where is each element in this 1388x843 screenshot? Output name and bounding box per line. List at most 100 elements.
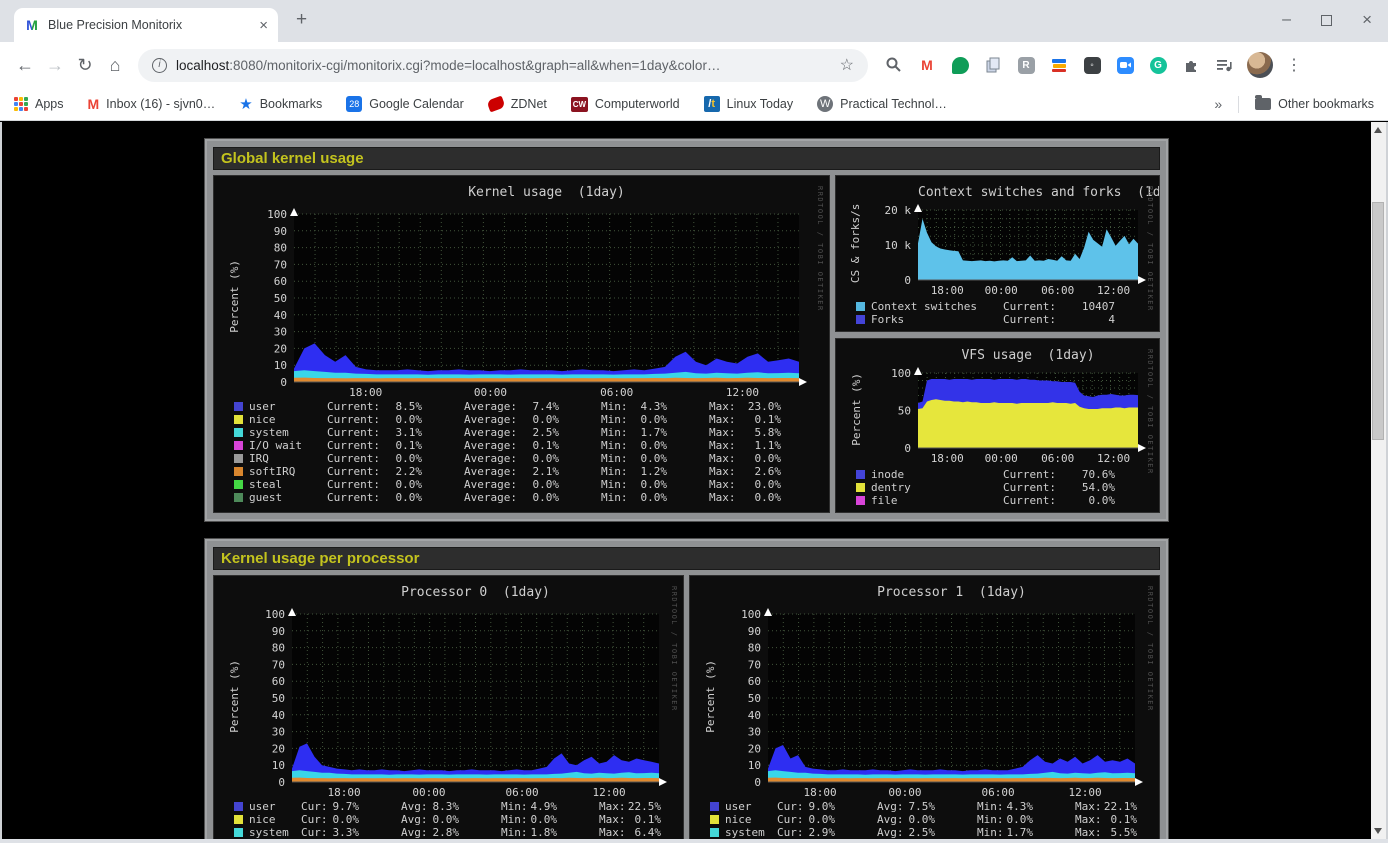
- legend-stat-label: Current:: [327, 452, 380, 465]
- legend-series-name: system: [249, 426, 327, 439]
- legend-stat-label: Cur:: [777, 826, 804, 839]
- grammarly-extension-icon[interactable]: G: [1148, 55, 1168, 75]
- svg-text:50: 50: [748, 692, 761, 705]
- svg-text:50: 50: [898, 405, 911, 418]
- url-text[interactable]: localhost:8080/monitorix-cgi/monitorix.c…: [176, 58, 831, 73]
- tab-close-icon[interactable]: ×: [259, 17, 268, 34]
- other-bookmarks[interactable]: Other bookmarks: [1255, 97, 1374, 111]
- back-icon[interactable]: ←: [10, 55, 40, 76]
- legend-stat-label: Min:: [601, 413, 628, 426]
- chart-y-axis-label: Percent (%): [228, 660, 241, 733]
- scrollbar-thumb[interactable]: [1372, 202, 1384, 440]
- legend-stat-value: 2.9%: [809, 826, 836, 839]
- legend-stat-value: 0.0%: [1007, 813, 1034, 826]
- home-icon[interactable]: ⌂: [100, 55, 130, 76]
- bookmark-label: Computerworld: [595, 97, 680, 111]
- svg-text:12:00: 12:00: [726, 386, 759, 398]
- tab-monitorix[interactable]: M M Blue Precision Monitorix ×: [14, 8, 278, 42]
- playlist-extension-icon[interactable]: [1214, 55, 1234, 75]
- bookmark-google-calendar[interactable]: 28 Google Calendar: [346, 96, 464, 112]
- puzzle-extensions-icon[interactable]: [1181, 55, 1201, 75]
- site-info-icon[interactable]: i: [152, 58, 167, 73]
- svg-text:10: 10: [274, 359, 287, 372]
- legend-stat-label: Max:: [709, 400, 736, 413]
- legend-stat: Average:2.1%: [464, 465, 559, 478]
- close-window-button[interactable]: ×: [1362, 10, 1372, 30]
- bookmark-computerworld[interactable]: CW Computerworld: [571, 97, 680, 112]
- legend-stat-label: Average:: [464, 439, 517, 452]
- svg-text:100: 100: [267, 208, 287, 221]
- profile-avatar[interactable]: [1247, 52, 1273, 78]
- legend-stat-value: 0.0%: [533, 491, 560, 504]
- bookmark-apps[interactable]: Apps: [14, 97, 64, 111]
- bookmark-bookmarks[interactable]: ★ Bookmarks: [239, 95, 322, 113]
- scrollbar-down-arrow[interactable]: [1374, 828, 1382, 834]
- kernel-usage-chart[interactable]: Kernel usage (1day) Percent (%) RRDTOOL …: [213, 175, 830, 513]
- legend-stat: Current:0.0%: [327, 478, 422, 491]
- chart-title: Context switches and forks (1day): [918, 185, 1138, 200]
- copy-pages-extension-icon[interactable]: [983, 55, 1003, 75]
- legend-row: IRQCurrent:0.0%Average:0.0%Min:0.0%Max:0…: [234, 452, 821, 465]
- legend-stat-value: 5.5%: [1111, 826, 1138, 839]
- legend-swatch: [856, 315, 865, 324]
- chrome-menu-icon[interactable]: ⋮: [1286, 55, 1302, 75]
- legend-stat-value: 0.0%: [433, 813, 460, 826]
- chart-legend: inodeCurrent:70.6%dentryCurrent:54.0%fil…: [844, 468, 1151, 507]
- processor-0-chart[interactable]: Processor 0 (1day) Percent (%) RRDTOOL /…: [213, 575, 684, 839]
- legend-stat-value: 7.5%: [909, 800, 936, 813]
- forward-icon[interactable]: →: [40, 55, 70, 76]
- legend-stat: Current:54.0%: [1003, 481, 1115, 494]
- vfs-usage-chart[interactable]: VFS usage (1day) Percent (%) RRDTOOL / T…: [835, 338, 1160, 513]
- bookmarks-overflow-icon[interactable]: »: [1214, 96, 1222, 112]
- search-extension-icon[interactable]: [884, 55, 904, 75]
- legend-stat-label: Max:: [1075, 813, 1102, 826]
- legend-stat-label: Min:: [601, 491, 628, 504]
- chart-y-axis-label: CS & forks/s: [850, 204, 863, 283]
- minimize-button[interactable]: –: [1282, 15, 1291, 25]
- bookmark-practical-technology[interactable]: W Practical Technol…: [817, 96, 947, 112]
- section-title: Global kernel usage: [213, 147, 1160, 170]
- legend-stat-label: Current:: [1003, 494, 1056, 507]
- r-extension-icon[interactable]: R: [1016, 55, 1036, 75]
- bookmark-linux-today[interactable]: /t Linux Today: [704, 96, 794, 112]
- gmail-extension-icon[interactable]: M: [917, 55, 937, 75]
- legend-stat-label: Average:: [464, 426, 517, 439]
- bookmark-zdnet[interactable]: ZDNet: [488, 97, 547, 111]
- legend-series-name: softIRQ: [249, 465, 327, 478]
- legend-stat-label: Cur:: [301, 826, 328, 839]
- legend-stat-value: 2.8%: [433, 826, 460, 839]
- svg-text:00:00: 00:00: [888, 786, 921, 798]
- svg-text:60: 60: [748, 675, 761, 688]
- legend-stat-value: 0.0%: [396, 413, 423, 426]
- vertical-scrollbar[interactable]: [1371, 122, 1386, 839]
- books-extension-icon[interactable]: [1049, 55, 1069, 75]
- bookmark-inbox[interactable]: M Inbox (16) - sjvn0…: [88, 96, 216, 112]
- persona-extension-icon[interactable]: ◦: [1082, 55, 1102, 75]
- svg-text:90: 90: [274, 225, 287, 238]
- new-tab-button[interactable]: +: [296, 9, 307, 31]
- address-bar[interactable]: i localhost:8080/monitorix-cgi/monitorix…: [138, 49, 868, 82]
- maximize-button[interactable]: [1321, 15, 1332, 26]
- apps-grid-icon: [14, 97, 28, 111]
- bookmark-label: Apps: [35, 97, 64, 111]
- bookmark-star-icon[interactable]: ☆: [840, 55, 854, 75]
- svg-text:12:00: 12:00: [1069, 786, 1102, 798]
- chart-plot: 010203040506070809010018:0000:0006:0012:…: [222, 584, 675, 798]
- legend-stat-value: 4.9%: [531, 800, 558, 813]
- legend-stat-value: 0.0%: [396, 452, 423, 465]
- processor-1-chart[interactable]: Processor 1 (1day) Percent (%) RRDTOOL /…: [689, 575, 1160, 839]
- legend-stat: Max:22.5%: [599, 800, 661, 813]
- legend-stat: Min:1.2%: [601, 465, 667, 478]
- reload-icon[interactable]: ↻: [70, 55, 100, 76]
- legend-stat: Max:5.5%: [1075, 826, 1137, 839]
- legend-stat: Current:4: [1003, 313, 1115, 326]
- legend-stat-label: Cur:: [301, 813, 328, 826]
- svg-text:80: 80: [274, 242, 287, 255]
- scrollbar-up-arrow[interactable]: [1374, 127, 1382, 133]
- chat-extension-icon[interactable]: [950, 55, 970, 75]
- legend-swatch: [710, 815, 719, 824]
- context-switches-chart[interactable]: Context switches and forks (1day) CS & f…: [835, 175, 1160, 332]
- zoom-extension-icon[interactable]: [1115, 55, 1135, 75]
- legend-stat-value: 2.2%: [396, 465, 423, 478]
- legend-stat-value: 0.1%: [635, 813, 662, 826]
